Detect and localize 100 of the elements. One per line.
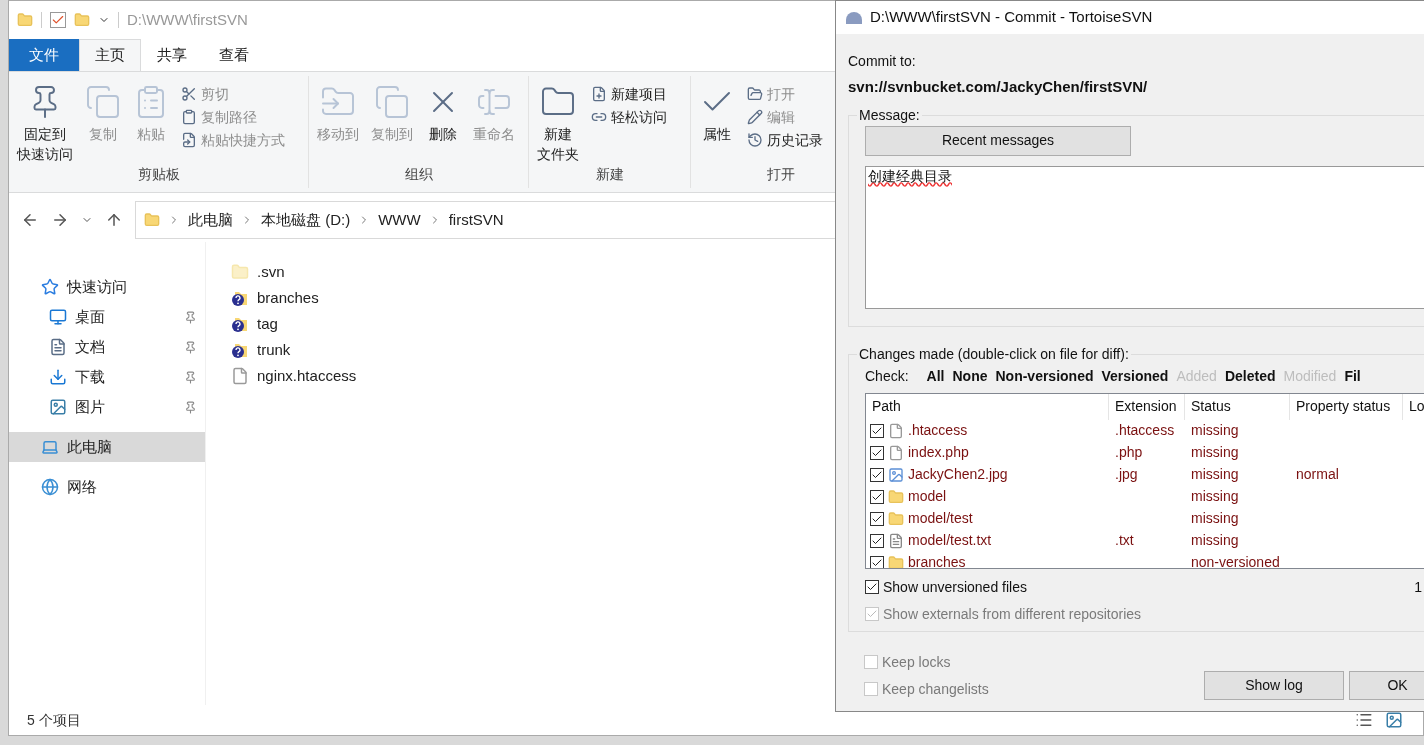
- ribbon-button[interactable]: 轻松访问: [591, 107, 667, 127]
- checkbox[interactable]: [870, 467, 884, 482]
- group-label: 剪贴板: [137, 165, 180, 184]
- file-row[interactable]: index.php .php missing: [866, 441, 1424, 464]
- filter-link[interactable]: All: [926, 366, 945, 387]
- recent-messages-button[interactable]: Recent messages: [865, 125, 1131, 156]
- column-header[interactable]: Property status: [1290, 393, 1403, 420]
- image-icon: [49, 398, 67, 416]
- document-icon: [49, 338, 67, 356]
- folder-icon: [888, 554, 904, 568]
- button-label-line: 复制到: [371, 125, 413, 144]
- shortcut-icon: [181, 132, 197, 148]
- breadcrumb-item[interactable]: 本地磁盘 (D:): [261, 208, 351, 232]
- status-text: non-versioned: [1191, 554, 1280, 568]
- status-text: 5 个项目: [27, 710, 82, 730]
- pin-icon[interactable]: [184, 340, 197, 354]
- file-row[interactable]: JackyChen2.jpg .jpg missing normal: [866, 463, 1424, 486]
- commit-to-label: Commit to:: [848, 52, 917, 71]
- filter-link[interactable]: Fil: [1344, 366, 1361, 387]
- history-icon: [747, 132, 763, 148]
- filter-link[interactable]: None: [952, 366, 988, 387]
- pin-icon[interactable]: [184, 370, 197, 384]
- nav-item[interactable]: 网络: [9, 472, 205, 502]
- ribbon-button[interactable]: 历史记录: [747, 130, 823, 150]
- up-icon[interactable]: [105, 211, 123, 229]
- option-label: Show externals from different repositories: [883, 604, 1143, 624]
- copy-icon: [374, 84, 410, 120]
- group-label: 新建: [595, 165, 624, 184]
- checkbox[interactable]: [870, 555, 884, 568]
- file-plus-icon: [591, 86, 607, 102]
- breadcrumb-item[interactable]: 此电脑: [188, 208, 233, 232]
- breadcrumb-item[interactable]: firstSVN: [448, 208, 504, 232]
- path-text: branches: [908, 553, 966, 568]
- ribbon-button[interactable]: 删除: [421, 80, 465, 164]
- back-icon[interactable]: [21, 211, 39, 229]
- forward-icon[interactable]: [51, 211, 69, 229]
- nav-item[interactable]: 文档: [9, 332, 205, 362]
- clipboard-icon: [181, 109, 197, 125]
- folder-icon: [747, 86, 763, 102]
- monitor-icon: [49, 308, 67, 326]
- thumbnail-view-icon[interactable]: [1385, 711, 1403, 729]
- checkmark-icon[interactable]: [50, 12, 66, 28]
- pin-icon[interactable]: [184, 310, 197, 324]
- details-view-icon[interactable]: [1355, 711, 1373, 729]
- file-row[interactable]: model missing: [866, 485, 1424, 508]
- ribbon-tab[interactable]: 主页: [79, 39, 141, 71]
- breadcrumb-item[interactable]: WWW: [378, 208, 421, 232]
- pin-icon[interactable]: [184, 400, 197, 414]
- checkbox[interactable]: [870, 533, 884, 548]
- ribbon-tab[interactable]: 查看: [203, 39, 265, 71]
- nav-item[interactable]: 此电脑: [9, 432, 205, 462]
- nav-item[interactable]: 图片: [9, 392, 205, 422]
- dialog-button[interactable]: OK: [1349, 670, 1424, 700]
- status-text: missing: [1191, 488, 1239, 504]
- column-header[interactable]: Path: [866, 393, 1109, 420]
- checkbox[interactable]: [870, 423, 884, 438]
- dialog-button[interactable]: Show log: [1204, 670, 1344, 700]
- unversioned-folder-icon: [231, 289, 249, 307]
- checkbox[interactable]: [865, 580, 879, 594]
- unversioned-folder-icon: [231, 341, 249, 359]
- file-item[interactable]: tag: [231, 311, 1423, 337]
- status-text: missing: [1191, 466, 1239, 482]
- file-row[interactable]: .htaccess .htaccess missing: [866, 419, 1424, 442]
- file-row[interactable]: model/test.txt .txt missing: [866, 529, 1424, 552]
- scissors-icon: [181, 86, 197, 102]
- ribbon-button[interactable]: 新建项目: [591, 84, 667, 104]
- ribbon-tab[interactable]: 共享: [141, 39, 203, 71]
- ribbon-button[interactable]: 固定到 快速访问: [13, 80, 77, 164]
- file-tab[interactable]: 文件: [9, 39, 79, 71]
- path-text: index.php: [908, 443, 969, 462]
- file-icon: [231, 367, 249, 385]
- checkbox[interactable]: [870, 489, 884, 504]
- window-title: D:\WWW\firstSVN: [127, 9, 248, 30]
- checkbox[interactable]: [870, 445, 884, 460]
- file-icon: [888, 444, 904, 461]
- filter-link[interactable]: Non-versioned: [995, 366, 1094, 387]
- nav-item[interactable]: 快速访问: [9, 272, 205, 302]
- column-header[interactable]: Status: [1185, 393, 1290, 420]
- button-label-line: 粘贴: [137, 125, 165, 144]
- path-text: JackyChen2.jpg: [908, 465, 1008, 484]
- column-header[interactable]: Lo: [1403, 393, 1424, 420]
- column-header[interactable]: Extension: [1109, 393, 1185, 420]
- message-field[interactable]: 创建经典目录: [865, 165, 1424, 309]
- button-label-line: 删除: [429, 125, 457, 144]
- folder-icon: [144, 212, 160, 228]
- copy-icon: [85, 84, 121, 120]
- checkbox[interactable]: [870, 511, 884, 526]
- nav-item[interactable]: 下载: [9, 362, 205, 392]
- path-text: model/test.txt: [908, 531, 992, 550]
- property-status-text: normal: [1296, 466, 1339, 482]
- file-row[interactable]: branches non-versioned: [866, 551, 1424, 568]
- filter-link[interactable]: Versioned: [1101, 366, 1169, 387]
- ribbon-button[interactable]: 属性: [695, 80, 739, 164]
- file-row[interactable]: model/test missing: [866, 507, 1424, 530]
- nav-item[interactable]: 桌面: [9, 302, 205, 332]
- filter-link[interactable]: Deleted: [1224, 366, 1276, 387]
- path-text: .htaccess: [908, 421, 968, 440]
- repository-url: svn://svnbucket.com/JackyChen/firstSVN/: [848, 77, 1149, 97]
- ribbon-button[interactable]: 新建 文件夹: [533, 80, 583, 164]
- folder-icon: [231, 263, 249, 281]
